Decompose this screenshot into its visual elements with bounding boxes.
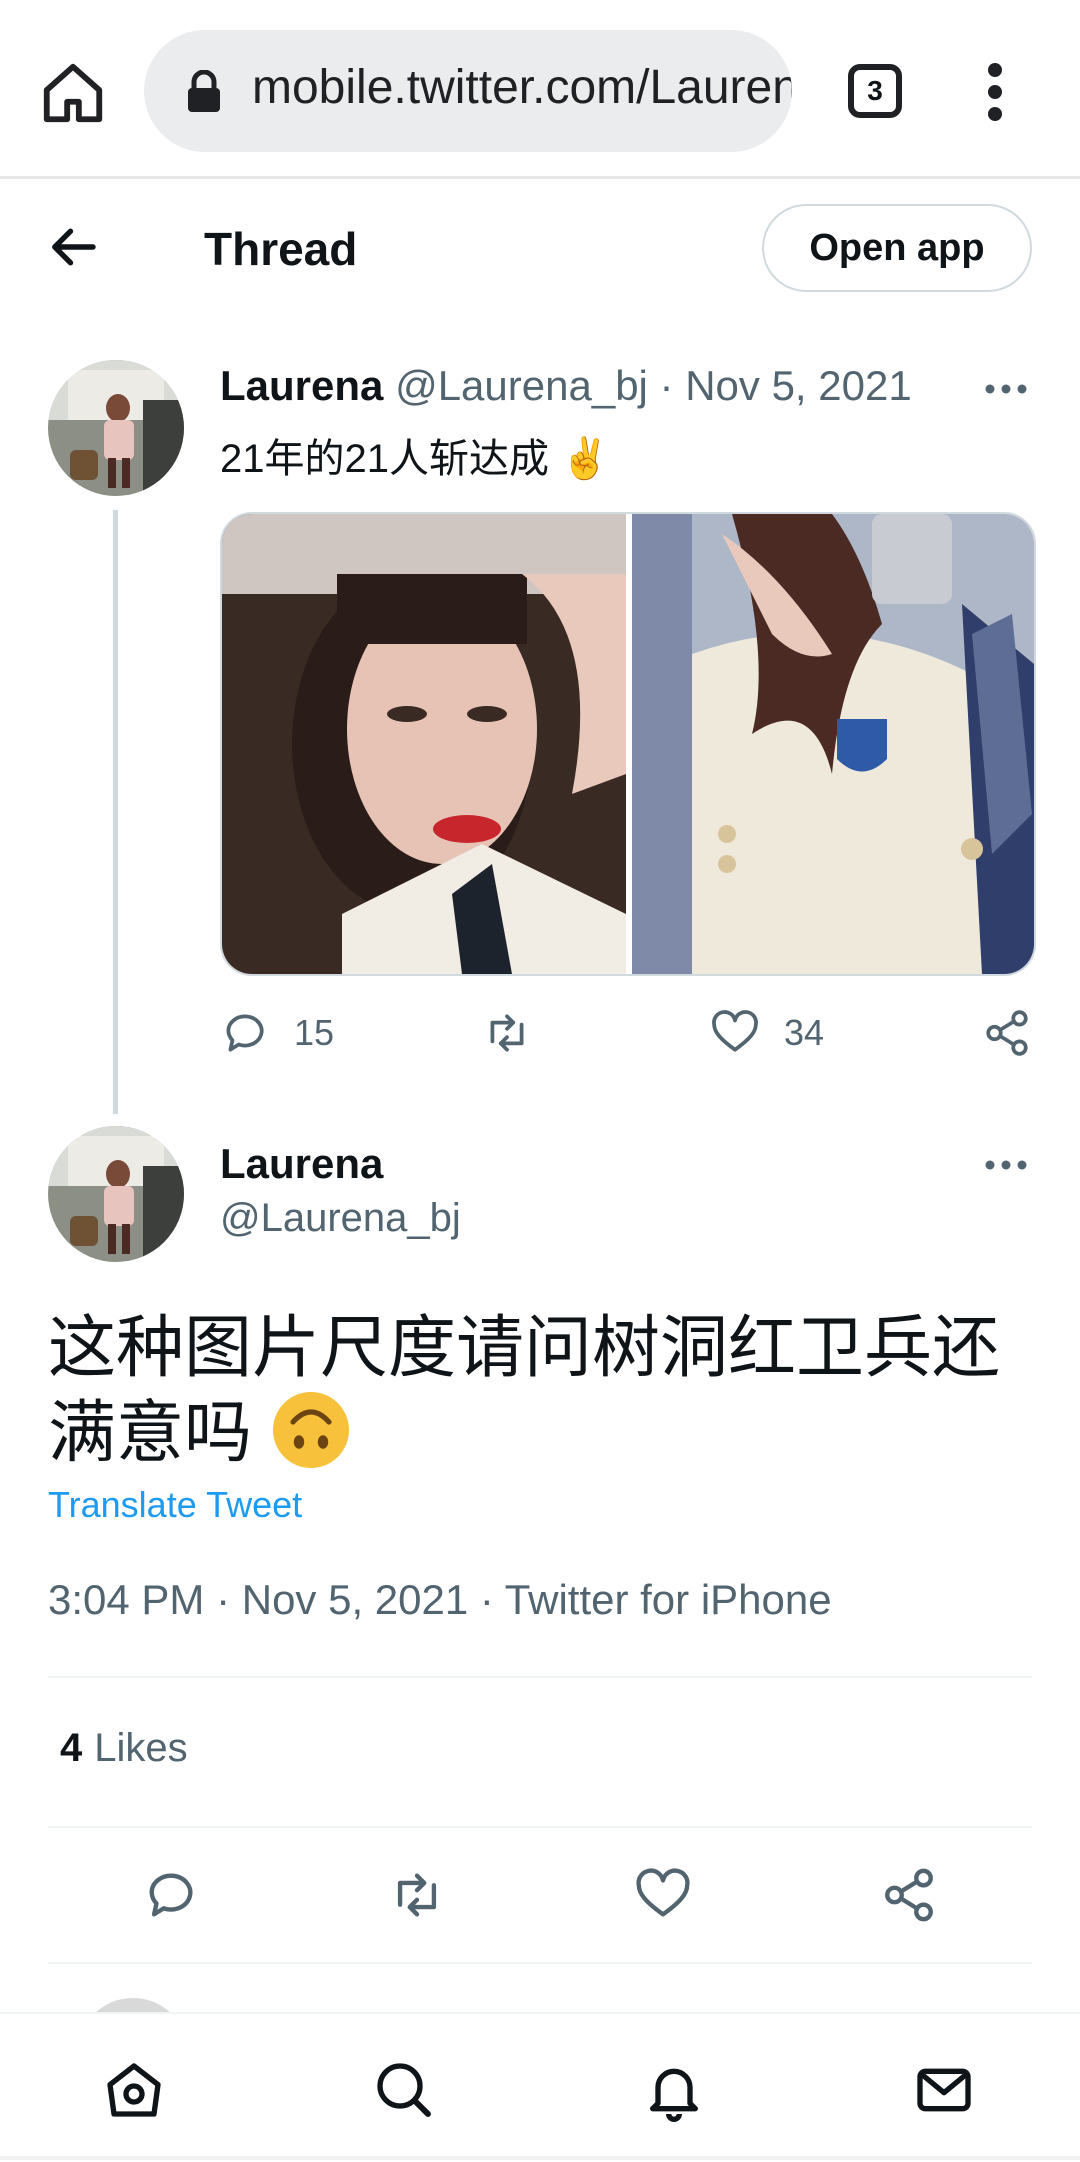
tweet-photo-2[interactable] — [632, 514, 1034, 974]
heart-icon — [712, 1010, 758, 1052]
page-title: Thread — [204, 223, 358, 275]
reply-icon[interactable] — [142, 1866, 200, 1924]
divider — [48, 1676, 1032, 1678]
retweet-icon[interactable] — [388, 1866, 446, 1924]
browser-toolbar: mobile.twitter.com/Laurena_bj 3 — [0, 0, 1080, 179]
heart-icon[interactable] — [634, 1866, 692, 1924]
more-vertical-icon[interactable] — [980, 62, 1010, 122]
lock-icon — [188, 70, 220, 112]
tweet1-header: Laurena @Laurena_bj · Nov 5, 2021 — [220, 362, 912, 410]
divider — [48, 1962, 1032, 1964]
translate-tweet-link[interactable]: Translate Tweet — [48, 1484, 302, 1526]
home-nav-icon[interactable] — [102, 2058, 166, 2122]
thread-connector — [113, 510, 118, 1114]
tweet2-author-name[interactable]: Laurena — [220, 1140, 383, 1188]
likes-count: 4 — [60, 1726, 83, 1770]
share-icon[interactable] — [880, 1866, 938, 1924]
tweet-photo-1[interactable] — [222, 514, 626, 974]
likes-summary[interactable]: 4 Likes — [60, 1726, 188, 1771]
tab-switcher-button[interactable]: 3 — [848, 64, 902, 118]
tweet1-text: 21年的21人斩达成 ✌️ — [220, 437, 610, 481]
bottom-navigation — [0, 2012, 1080, 2162]
tweet1-author-handle[interactable]: @Laurena_bj — [395, 362, 648, 409]
home-icon[interactable] — [38, 58, 108, 128]
open-app-button[interactable]: Open app — [762, 204, 1032, 292]
mail-icon[interactable] — [912, 2058, 976, 2122]
reply-action[interactable]: 15 — [220, 1008, 334, 1058]
avatar[interactable] — [48, 360, 184, 496]
gesture-bar — [0, 2156, 1080, 2160]
share-icon — [986, 1010, 1028, 1056]
tweet2-author-handle[interactable]: @Laurena_bj — [220, 1196, 461, 1241]
avatar[interactable] — [48, 1126, 184, 1262]
tweet2-timestamp[interactable]: 3:04 PM · Nov 5, 2021 · Twitter for iPho… — [48, 1576, 832, 1624]
tweet1-author-name[interactable]: Laurena — [220, 362, 383, 409]
likes-label: Likes — [94, 1726, 188, 1770]
tweet2-text-body: 这种图片尺度请问树洞红卫兵还满意吗 — [48, 1310, 1001, 1471]
reply-icon — [226, 1014, 264, 1052]
more-horizontal-icon[interactable] — [984, 1158, 1028, 1172]
like-action[interactable]: 34 — [710, 1008, 824, 1058]
like-count: 34 — [784, 1012, 825, 1053]
tweet2-text: 这种图片尺度请问树洞红卫兵还满意吗 — [48, 1306, 1008, 1475]
arrow-left-icon[interactable] — [48, 220, 102, 274]
reply-count: 15 — [294, 1012, 335, 1053]
url-text: mobile.twitter.com/Laurena_bj — [252, 61, 792, 114]
tweet1-date[interactable]: Nov 5, 2021 — [685, 362, 912, 409]
divider — [48, 1826, 1032, 1828]
more-horizontal-icon[interactable] — [984, 382, 1028, 396]
tweet1-separator: · — [647, 362, 686, 409]
bell-icon[interactable] — [642, 2058, 706, 2122]
search-icon[interactable] — [372, 2058, 436, 2122]
tweet1-media[interactable] — [220, 512, 1036, 976]
share-action[interactable] — [982, 1008, 1032, 1058]
retweet-action[interactable] — [482, 1008, 532, 1058]
retweet-icon — [490, 1014, 524, 1052]
address-bar[interactable]: mobile.twitter.com/Laurena_bj — [144, 30, 792, 152]
upside-down-face-emoji-icon — [272, 1392, 349, 1468]
